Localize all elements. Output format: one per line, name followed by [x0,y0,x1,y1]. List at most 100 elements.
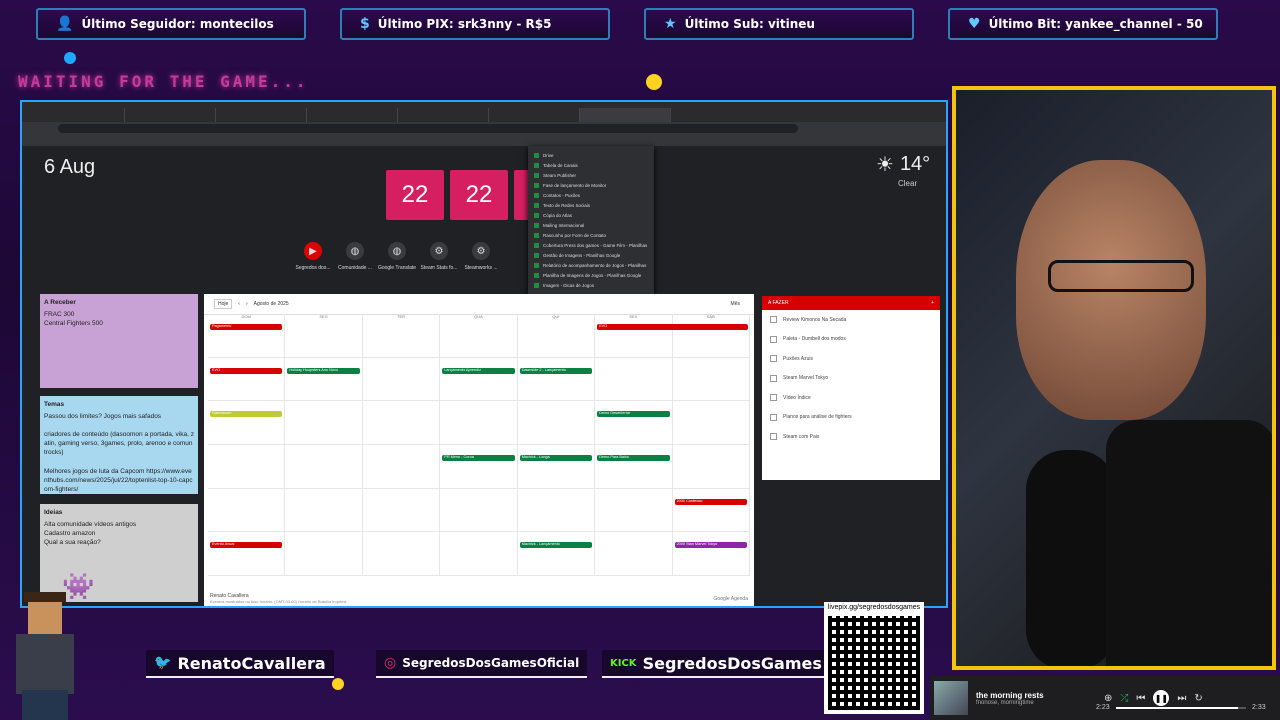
previous-icon[interactable]: ⏮ [1136,693,1145,704]
shortcut[interactable]: ◍ Comunidade ... [334,242,376,271]
todo-item[interactable]: Vídeo Índice [762,388,940,408]
checkbox[interactable] [770,374,777,382]
browser-tab[interactable] [307,108,398,122]
dropdown-item[interactable]: Cópia do Atlas [528,210,654,220]
calendar-day[interactable] [517,401,596,445]
calendar-day[interactable]: Machick - Lançamento [517,532,596,576]
browser-tab[interactable] [34,108,125,122]
dropdown-item[interactable]: Cobertura Press dos games - Game Film - … [528,240,654,250]
calendar-event[interactable]: Evento Anual [210,542,283,549]
dropdown-item[interactable]: Texto de Redes Sociais [528,200,654,210]
todo-item[interactable]: Steam com Pais [762,427,940,447]
pause-button[interactable]: ❚❚ [1153,690,1170,706]
todo-item[interactable]: Puxões Azuis [762,349,940,369]
todo-item[interactable]: Planos para análise de fighters [762,408,940,428]
bookmarks-bar[interactable] [22,134,946,146]
calendar-day[interactable] [285,488,363,533]
dropdown-item[interactable]: Gestão de Imagens - Planilhas Google [528,250,654,260]
calendar-day[interactable] [362,488,441,533]
checkbox[interactable] [770,335,777,343]
calendar-day[interactable] [362,445,441,489]
progress-bar[interactable] [1116,707,1246,709]
todo-item[interactable]: Review Kimonos Na Secada [762,310,940,330]
calendar-day[interactable] [285,445,363,489]
calendar-day[interactable]: Gamescom [208,401,286,445]
browser-tab[interactable] [580,108,671,122]
calendar-day[interactable] [440,401,518,445]
calendar-day[interactable] [285,401,363,445]
shortcut[interactable]: ⚙ Steam Stats fo... [418,242,460,271]
calendar-day[interactable]: Holiday Hoopsters Ano Novo [285,357,363,402]
calendar-day[interactable] [517,488,596,533]
calendar-day[interactable]: SEG [285,314,363,358]
repeat-icon[interactable]: ↻ [1194,693,1202,704]
calendar-event[interactable]: Holiday Hoopsters Ano Novo [287,367,360,374]
todo-item[interactable]: Paleta - Dumbell dos modos [762,330,940,350]
dropdown-item[interactable]: Drive [528,150,654,160]
calendar-event[interactable]: 2000 Stan Marvel Tokyo [674,542,747,549]
next-icon[interactable]: ⏭ [1177,693,1186,704]
calendar-day[interactable]: SÁB [672,314,750,358]
browser-urlbar[interactable] [22,122,946,134]
todo-item[interactable]: Steam Marvel Tokyo [762,369,940,389]
add-icon[interactable]: + [931,300,934,306]
calendar-event[interactable]: Demo Desenterrar [597,411,670,418]
calendar-day[interactable]: QUI [517,314,596,358]
calendar-day[interactable] [440,488,518,533]
calendar-day[interactable]: 2000 Stan Marvel Tokyo [672,532,750,576]
calendar-event[interactable]: Machick - Longa [519,455,593,461]
add-icon[interactable]: ⊕ [1104,693,1112,704]
url-field[interactable] [58,123,798,133]
calendar-event[interactable]: Gamescom [210,411,283,418]
calendar-day[interactable]: DOM Pagamento [208,314,286,358]
calendar-day[interactable] [672,401,750,445]
checkbox[interactable] [770,355,777,363]
calendar-day[interactable]: TER [362,314,441,358]
calendar-event[interactable]: Pagamento [210,324,283,330]
calendar-event[interactable]: EVO [210,367,283,374]
calendar-day[interactable]: EVO [208,357,286,402]
calendar-day[interactable]: QUA [440,314,518,358]
calendar-event[interactable]: Dawnside 2 - Lançamento [519,367,593,374]
shortcut[interactable]: ⚙ Steamworks ... [460,242,502,271]
dropdown-item[interactable]: Imagem - Dicas de Jogos [528,280,654,290]
dropdown-item[interactable]: Contatos - Puxões [528,190,654,200]
checkbox[interactable] [770,413,777,421]
shuffle-icon[interactable]: ⤮ [1120,693,1128,704]
calendar-event[interactable]: 2000 Conteúdo [674,498,747,505]
calendar-event[interactable]: Demo Para Baixo [597,455,670,461]
next-icon[interactable]: › [246,301,248,307]
calendar-event[interactable]: PR Menu - Coroa [442,455,515,461]
browser-tab[interactable] [489,108,580,122]
shortcut[interactable]: ▶ Segredos dos... [292,242,334,271]
calendar-day[interactable] [208,445,286,489]
dropdown-item[interactable]: Mailing Internacional [528,220,654,230]
calendar-day[interactable] [440,532,518,576]
calendar-day[interactable]: 2000 Conteúdo [672,488,750,533]
calendar-event[interactable]: Machick - Lançamento [519,542,593,549]
checkbox[interactable] [770,316,777,324]
calendar-day[interactable]: PR Menu - Coroa [440,445,518,489]
dropdown-item[interactable]: Fase de lançamento de Monitor [528,180,654,190]
checkbox[interactable] [770,394,777,402]
calendar-day[interactable] [362,401,441,445]
dropdown-item[interactable]: Planilha de Imagens de Jogos - Planilhas… [528,270,654,280]
view-select[interactable]: Mês [731,301,740,307]
calendar-day[interactable]: Dawnside 2 - Lançamento [517,357,596,402]
dropdown-item[interactable]: Tabela de Canais [528,160,654,170]
calendar-day[interactable] [595,357,673,402]
calendar-day[interactable]: Lançamento Aprendiz [440,357,518,402]
calendar-day[interactable] [672,445,750,489]
browser-tab[interactable] [125,108,216,122]
browser-tab[interactable] [216,108,307,122]
calendar-day[interactable] [362,357,441,402]
calendar-day[interactable] [285,532,363,576]
today-button[interactable]: Hoje [214,299,233,309]
calendar-day[interactable] [672,357,750,402]
dropdown-item[interactable]: Relatório de acompanhamento de Jogos - P… [528,260,654,270]
calendar-event[interactable]: Lançamento Aprendiz [442,367,515,374]
dropdown-item[interactable]: Steam Publisher [528,170,654,180]
calendar-day[interactable]: Demo Desenterrar [595,401,673,445]
checkbox[interactable] [770,433,777,441]
calendar-day[interactable]: Demo Para Baixo [595,445,673,489]
